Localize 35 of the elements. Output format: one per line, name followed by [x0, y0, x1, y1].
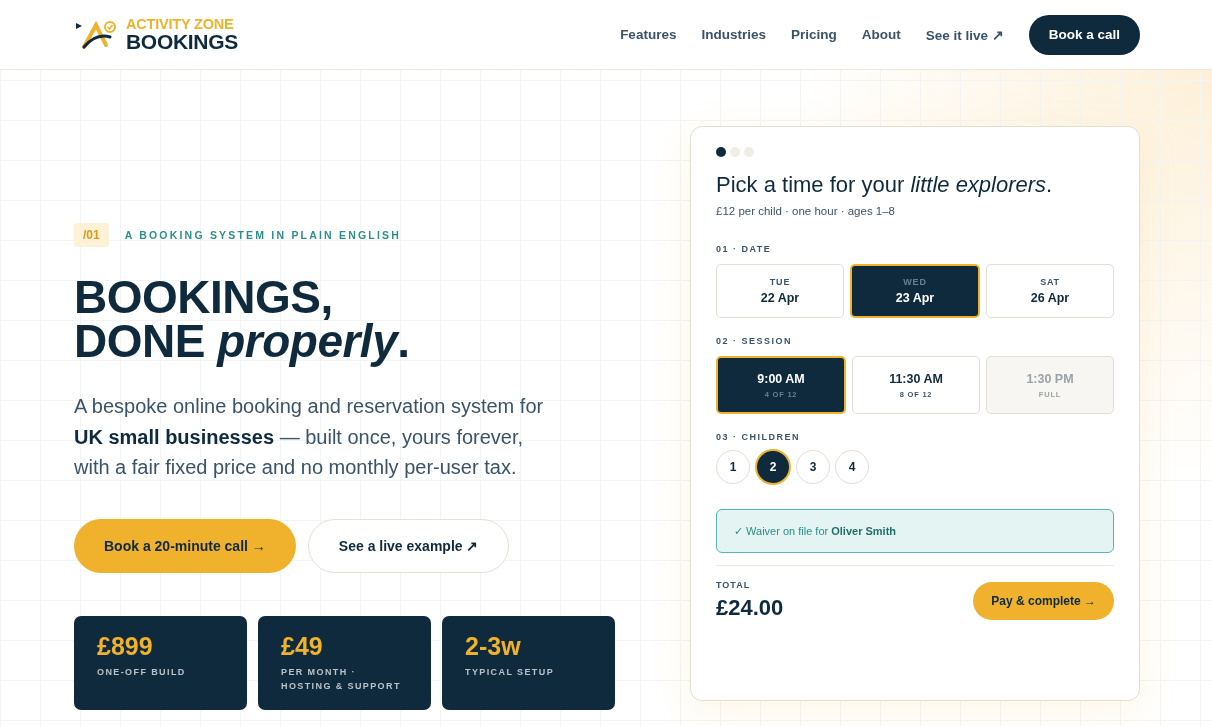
child-count-option[interactable]: 2 — [755, 449, 791, 485]
booking-title: Pick a time for your little explorers. — [716, 173, 1054, 197]
hero-description: A bespoke online booking and reservation system for UK small businesses — built once, yours forever, with a fair fixed price and no monthly per-user tax. — [74, 394, 545, 480]
section-label: 03 · CHILDREN — [716, 432, 801, 442]
live-example-button[interactable]: See a live example ↗ — [307, 518, 510, 573]
date-option[interactable]: TUE 22 Apr — [716, 264, 844, 318]
date-option[interactable]: SAT 26 Apr — [986, 264, 1114, 318]
total-amount: £24.00 — [716, 595, 784, 621]
nav-link[interactable]: Pricing — [790, 27, 837, 42]
logo-text: BOOKINGS — [126, 31, 238, 53]
child-count-option[interactable]: 4 — [835, 450, 869, 484]
total-label: TOTAL — [716, 580, 752, 590]
stat-value: £899 — [97, 632, 154, 659]
nav-link[interactable]: Industries — [701, 27, 766, 42]
eyebrow-text: A BOOKING SYSTEM IN PLAIN ENGLISH — [124, 229, 402, 241]
logo-text: ACTIVITY ZONE — [126, 16, 235, 32]
nav-link[interactable]: About — [861, 27, 901, 42]
book-call-button[interactable]: Book a 20-minute call → — [74, 518, 296, 573]
child-count-option[interactable]: 1 — [716, 450, 750, 484]
date-option[interactable]: WED 23 Apr — [850, 264, 980, 318]
stat-value: 2-3w — [465, 632, 522, 659]
nav-link[interactable]: Features — [620, 27, 677, 42]
section-label: 01 · DATE — [716, 244, 773, 254]
section-number: /01 — [74, 223, 109, 247]
pay-button[interactable]: Pay & complete → — [973, 581, 1114, 620]
stat-label: PER MONTH · HOSTING & SUPPORT — [281, 665, 402, 693]
section-label: 02 · SESSION — [716, 336, 794, 346]
stat-value: £49 — [281, 632, 324, 659]
nav-link[interactable]: See it live ↗ — [925, 26, 1004, 43]
waiver-text: ✓ Waiver on file for Oliver Smith — [734, 524, 897, 538]
stat-label: ONE-OFF BUILD — [97, 665, 187, 679]
booking-subtitle: £12 per child · one hour · ages 1–8 — [716, 205, 896, 217]
book-call-button[interactable]: Book a call — [1028, 14, 1140, 55]
child-count-option[interactable]: 3 — [796, 450, 830, 484]
stat-label: TYPICAL SETUP — [465, 665, 556, 679]
